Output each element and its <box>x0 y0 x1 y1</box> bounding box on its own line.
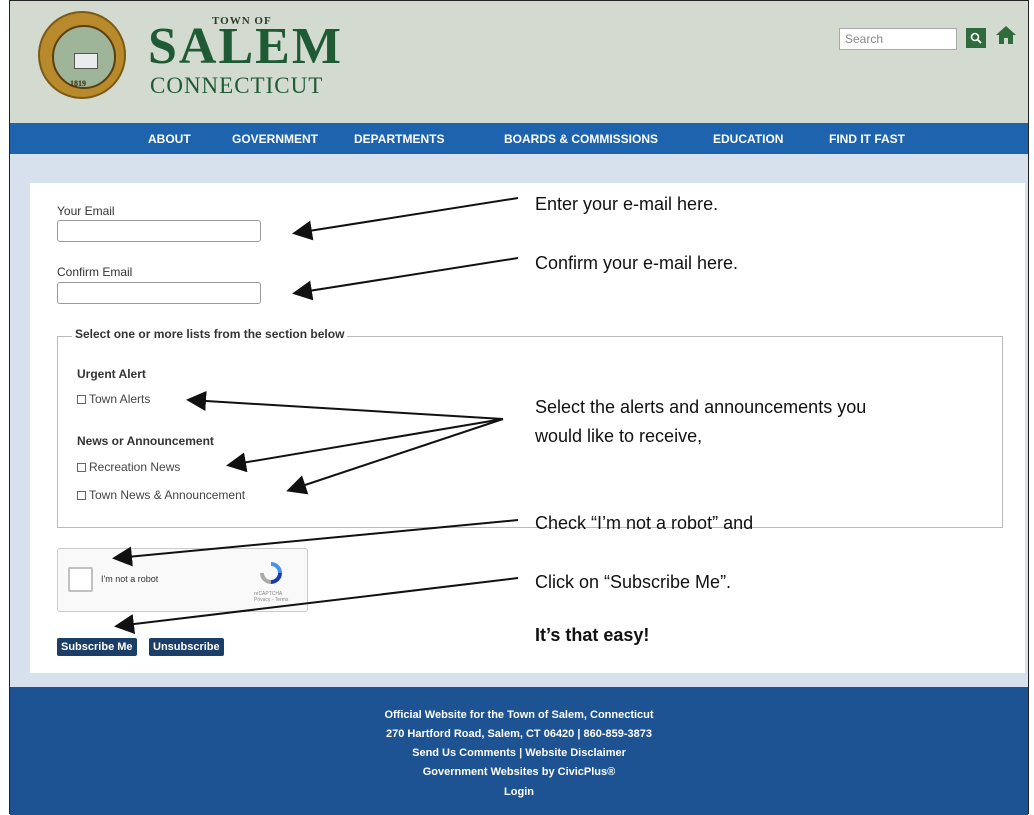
arrow-subscribe <box>114 577 519 635</box>
arrow-confirm <box>292 257 519 301</box>
arrow-robot <box>112 519 519 567</box>
arrow-recreation-news <box>226 418 504 473</box>
annotation-arrows <box>112 197 519 635</box>
arrow-town-alerts <box>186 390 504 420</box>
arrow-email <box>292 197 519 241</box>
arrow-town-news <box>286 418 504 495</box>
